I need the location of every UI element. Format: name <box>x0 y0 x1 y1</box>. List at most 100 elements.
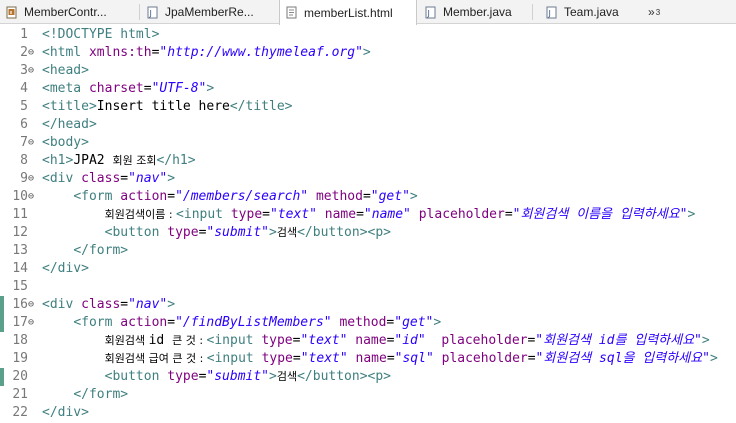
code-text: 회원검색 id 큰 것 : <input type="text" name="i… <box>42 332 710 350</box>
tab-label: Member.java <box>443 5 512 19</box>
code-line[interactable]: 22 </div> <box>0 404 736 422</box>
code-text: 회원검색이름 : <input type="text" name="name" … <box>42 206 696 224</box>
fold-toggle-icon[interactable]: ⊖ <box>28 62 39 80</box>
fold-toggle-icon[interactable]: ⊖ <box>28 134 39 152</box>
code-line[interactable]: 1 <!DOCTYPE html> <box>0 26 736 44</box>
code-token: charset <box>88 81 144 96</box>
tab-member-list-html[interactable]: memberList.html <box>279 0 417 25</box>
code-line[interactable]: 17 ⊖ <form action="/findByListMembers" me… <box>0 314 736 332</box>
fold-toggle-icon[interactable]: ⊖ <box>28 314 39 332</box>
code-line[interactable]: 14 </div> <box>0 260 736 278</box>
code-line[interactable]: 15 <box>0 278 736 296</box>
code-token: </form> <box>73 387 129 402</box>
code-token: = <box>143 81 152 96</box>
line-number: 14 <box>12 261 28 276</box>
code-line[interactable]: 9 ⊖ <div class="nav"> <box>0 170 736 188</box>
code-token: = <box>120 171 129 186</box>
code-token: = <box>504 207 513 222</box>
code-token: JPA2 <box>73 153 113 168</box>
code-token: <meta <box>42 81 89 96</box>
line-number: 12 <box>12 225 28 240</box>
code-token: 회원 조회 <box>112 154 157 167</box>
tab-overflow-button[interactable]: » 3 <box>648 0 660 24</box>
code-line[interactable]: 12 <button type="submit">검색</button><p> <box>0 224 736 242</box>
svg-text:J: J <box>548 9 551 18</box>
code-line[interactable]: 13 </form> <box>0 242 736 260</box>
code-line[interactable]: 16 ⊖ <div class="nav"> <box>0 296 736 314</box>
fold-toggle-icon[interactable]: ⊖ <box>28 296 39 314</box>
tab-label: MemberContr... <box>24 5 107 19</box>
line-number: 7 <box>20 135 28 150</box>
code-text: <title>Insert title here</title> <box>42 98 292 116</box>
code-line[interactable]: 20 <button type="submit">검색</button><p> <box>0 368 736 386</box>
code-line[interactable]: 5 <title>Insert title here</title> <box>0 98 736 116</box>
code-token: class <box>81 297 121 312</box>
code-token: "id" <box>394 333 426 348</box>
code-token: = <box>292 351 301 366</box>
code-text: <form action="/members/search" method="g… <box>42 188 417 206</box>
line-number: 19 <box>12 351 28 366</box>
svg-text:J: J <box>427 9 430 18</box>
code-token: type <box>167 225 199 240</box>
code-token: placeholder <box>418 207 505 222</box>
code-line[interactable]: 4 <meta charset="UTF-8"> <box>0 80 736 98</box>
tab-jpa-member-repository[interactable]: J JpaMemberRe... <box>141 0 277 24</box>
code-token: type <box>167 369 199 384</box>
code-line[interactable]: 6 </head> <box>0 116 736 134</box>
code-line[interactable]: 19 회원검색 급여 큰 것 : <input type="text" name… <box>0 350 736 368</box>
code-token: "회원검색 이름을 입력하세요" <box>512 207 688 222</box>
editor-tab-bar: MemberContr... J JpaMemberRe... memberLi… <box>0 0 736 25</box>
code-token: > <box>269 225 277 240</box>
code-token: <title> <box>42 99 97 114</box>
code-token: "get" <box>394 315 434 330</box>
code-token: > <box>433 315 442 330</box>
code-editor[interactable]: 1 <!DOCTYPE html> 2 ⊖ <html xmlns:th="http:/… <box>0 25 736 423</box>
line-number: 2 <box>20 45 28 60</box>
code-line[interactable]: 11 회원검색이름 : <input type="text" name="nam… <box>0 206 736 224</box>
code-line[interactable]: 3 ⊖ <head> <box>0 62 736 80</box>
overflow-chevron-icon: » <box>648 5 655 19</box>
code-text: <meta charset="UTF-8"> <box>42 80 214 98</box>
code-token: </form> <box>73 243 129 258</box>
code-text: <button type="submit">검색</button><p> <box>42 368 391 386</box>
code-text: <html xmlns:th="http://www.thymeleaf.org… <box>42 44 371 62</box>
code-text: <head> <box>42 62 89 80</box>
code-token: > <box>701 333 710 348</box>
fold-toggle-icon[interactable]: ⊖ <box>28 170 39 188</box>
java-class-icon <box>6 6 18 19</box>
code-token: <html <box>42 45 89 60</box>
code-token: Insert title here <box>96 99 230 114</box>
code-line[interactable]: 10 ⊖ <form action="/members/search" metho… <box>0 188 736 206</box>
code-text: </div> <box>42 260 89 278</box>
code-token: method <box>339 315 387 330</box>
code-line[interactable]: 2 ⊖ <html xmlns:th="http://www.thymeleaf.o… <box>0 44 736 62</box>
code-text: <h1>JPA2 회원 조회</h1> <box>42 152 196 170</box>
code-token: <form <box>73 189 121 204</box>
code-token: <div <box>42 297 82 312</box>
line-number: 22 <box>12 405 28 420</box>
code-token: "submit" <box>206 369 270 384</box>
code-token: > <box>167 171 176 186</box>
line-number: 5 <box>20 99 28 114</box>
code-token: name <box>355 333 387 348</box>
java-file-icon: J <box>425 6 437 19</box>
tab-member-controller[interactable]: MemberContr... <box>0 0 138 24</box>
fold-toggle-icon[interactable]: ⊖ <box>28 188 39 206</box>
code-token: "http://www.thymeleaf.org" <box>159 45 363 60</box>
code-line[interactable]: 21 </form> <box>0 386 736 404</box>
code-line[interactable]: 7 ⊖ <body> <box>0 134 736 152</box>
code-line[interactable]: 18 회원검색 id 큰 것 : <input type="text" name… <box>0 332 736 350</box>
tab-team-java[interactable]: J Team.java <box>540 0 644 24</box>
tab-member-java[interactable]: J Member.java <box>419 0 531 24</box>
fold-toggle-icon[interactable]: ⊖ <box>28 44 39 62</box>
code-token: = <box>262 207 270 222</box>
code-token: class <box>81 171 121 186</box>
overflow-count: 3 <box>655 7 661 17</box>
code-line[interactable]: 8 <h1>JPA2 회원 조회</h1> <box>0 152 736 170</box>
code-token: "/findByListMembers" <box>175 315 332 330</box>
